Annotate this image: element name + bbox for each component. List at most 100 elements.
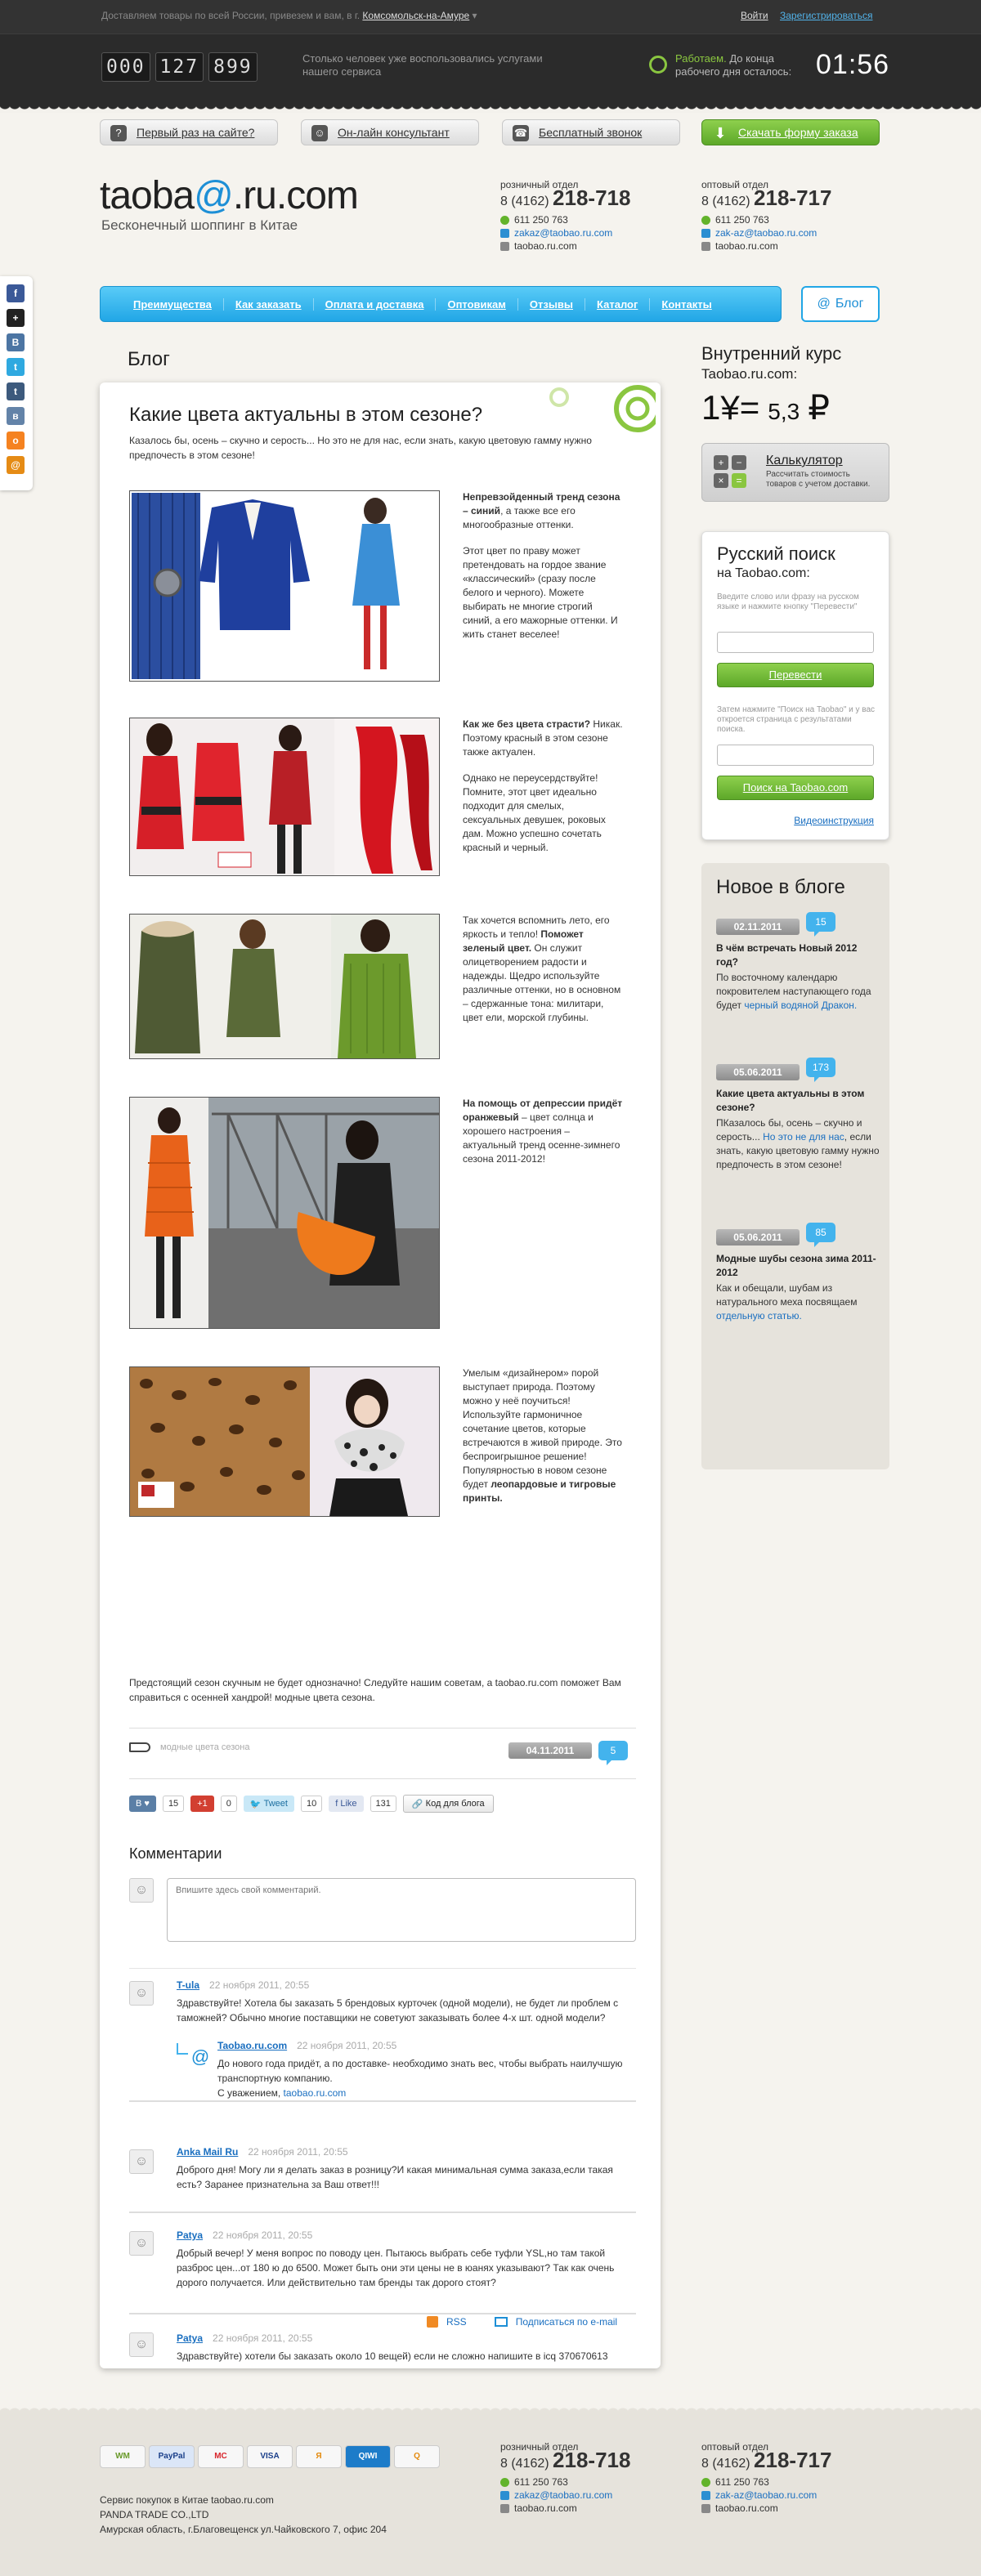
vk-share-button[interactable]: В ♥ xyxy=(129,1796,156,1812)
comment-item: Patya 22 ноября 2011, 20:55 Здравствуйте)… xyxy=(177,2331,634,2364)
footer-line: Амурская область, г.Благовещенск ул.Чайк… xyxy=(100,2524,387,2535)
translate-button[interactable]: Перевести xyxy=(717,663,874,687)
mailru-icon[interactable]: @ xyxy=(7,456,25,474)
vk-icon[interactable]: В xyxy=(7,333,25,351)
counter-digits: 000 xyxy=(101,52,150,82)
menu-item-how-to-order[interactable]: Как заказать xyxy=(224,297,314,311)
rate-value: 5,3 xyxy=(768,399,800,424)
menu-item-reviews[interactable]: Отзывы xyxy=(518,297,586,311)
news-text: По восточному календарю покровителем нас… xyxy=(716,971,880,1013)
block-text: Непревзойденный тренд сезона – синий, а … xyxy=(463,490,625,654)
city-selector[interactable]: Комсомольск-на-Амуре xyxy=(362,10,469,21)
like-label: Like xyxy=(340,1799,357,1809)
delivery-label: Доставляем товары по всей России, привез… xyxy=(101,10,361,21)
login-link[interactable]: Войти xyxy=(741,10,768,21)
news-item: 05.06.2011 85 Модные шубы сезона зима 20… xyxy=(716,1223,880,1323)
news-comment-badge[interactable]: 173 xyxy=(806,1058,835,1082)
register-link[interactable]: Зарегистрироваться xyxy=(780,10,872,21)
footer-company-info: Сервис покупок в Китае taobao.ru.com PAN… xyxy=(100,2493,387,2537)
divider xyxy=(129,1968,636,1969)
email-link[interactable]: zakaz@taobao.ru.com xyxy=(514,226,612,239)
menu-item-catalog[interactable]: Каталог xyxy=(585,297,651,311)
menu-item-payment-delivery[interactable]: Оплата и доставка xyxy=(314,297,437,311)
news-date: 02.11.2011 xyxy=(716,919,800,935)
red-outfit-photo xyxy=(129,718,440,876)
menu-item-advantages[interactable]: Преимущества xyxy=(122,297,224,311)
green-outfit-photo xyxy=(129,914,440,1059)
mastercard-icon: MC xyxy=(198,2445,244,2468)
facebook-icon[interactable]: f xyxy=(7,284,25,302)
vkontakte-icon[interactable]: в xyxy=(7,407,25,425)
chevron-down-icon[interactable]: ▾ xyxy=(473,10,477,21)
rss-link[interactable]: RSS xyxy=(446,2316,467,2328)
divider xyxy=(129,2313,636,2314)
icq-icon xyxy=(701,2477,710,2487)
phone-icon: ☎ xyxy=(513,125,529,141)
news-link[interactable]: черный водяной Дракон. xyxy=(744,1000,857,1011)
calculator-link[interactable]: Калькулятор xyxy=(766,454,843,468)
blog-button[interactable]: @ Блог xyxy=(801,286,880,322)
block-text-pre: Умелым «дизайнером» порой выступает прир… xyxy=(463,1367,622,1490)
tweet-button[interactable]: 🐦 Tweet xyxy=(243,1796,294,1812)
facebook-like-button[interactable]: f Like xyxy=(329,1796,364,1812)
comment-input[interactable]: Впишите здесь свой комментарий. xyxy=(167,1878,636,1942)
calculator-caption: Рассчитать стоимость товаров с учетом до… xyxy=(766,470,871,489)
news-link[interactable]: отдельную статью. xyxy=(716,1310,802,1322)
calculator-widget[interactable]: + − × = Калькулятор Рассчитать стоимость то… xyxy=(701,443,889,502)
signature-link[interactable]: taobao.ru.com xyxy=(284,2087,347,2099)
contact-email[interactable]: zakaz@taobao.ru.com xyxy=(500,226,630,239)
menu-item-contacts[interactable]: Контакты xyxy=(650,298,723,311)
icq-icon xyxy=(701,215,710,225)
blog-button-label: Блог xyxy=(835,297,864,311)
consultant-button[interactable]: ☺ Он-лайн консультант xyxy=(301,119,479,145)
news-comment-badge[interactable]: 85 xyxy=(806,1223,835,1247)
first-time-button[interactable]: ? Первый раз на сайте? xyxy=(100,119,278,145)
phone-number: 8 (4162) 218-717 xyxy=(701,2449,831,2471)
comment-author[interactable]: T-ula xyxy=(177,1979,199,1991)
blog-code-button[interactable]: 🔗 Код для блога xyxy=(402,1795,494,1813)
contact-email[interactable]: zak-az@taobao.ru.com xyxy=(701,2489,831,2502)
comment-count-badge[interactable]: 5 xyxy=(598,1741,628,1765)
subscribe-email-link[interactable]: Подписаться по e-mail xyxy=(516,2316,617,2328)
download-form-button[interactable]: ⬇ Скачать форму заказа xyxy=(701,119,880,145)
email-link[interactable]: zak-az@taobao.ru.com xyxy=(715,226,817,239)
free-call-button[interactable]: ☎ Бесплатный звонок xyxy=(502,119,680,145)
video-instruction-link[interactable]: Видеоинструкция xyxy=(794,815,874,826)
translated-input[interactable] xyxy=(717,745,874,766)
news-headline[interactable]: Какие цвета актуальны в этом сезоне? xyxy=(716,1087,880,1115)
contact-site: taobao.ru.com xyxy=(701,239,831,253)
news-link[interactable]: Но это не для нас xyxy=(763,1131,844,1143)
menu-item-wholesale[interactable]: Оптовикам xyxy=(436,297,518,311)
comment-author[interactable]: Patya xyxy=(177,2332,203,2344)
contact-email[interactable]: zak-az@taobao.ru.com xyxy=(701,226,831,239)
news-comment-badge[interactable]: 15 xyxy=(806,912,835,937)
email-link[interactable]: zakaz@taobao.ru.com xyxy=(514,2489,612,2502)
phone-main: 218-717 xyxy=(754,186,832,210)
social-sidebar: f + В t t в о @ xyxy=(0,276,33,490)
tag-link[interactable]: модные цвета сезона xyxy=(160,1742,249,1752)
contact-email[interactable]: zakaz@taobao.ru.com xyxy=(500,2489,630,2502)
tumblr-icon[interactable]: t xyxy=(7,382,25,400)
avatar: ☺ xyxy=(129,2332,154,2357)
email-icon xyxy=(500,228,509,238)
comment-author[interactable]: Taobao.ru.com xyxy=(217,2040,287,2051)
email-link[interactable]: zak-az@taobao.ru.com xyxy=(715,2489,817,2502)
plus-icon[interactable]: + xyxy=(7,309,25,327)
twitter-icon[interactable]: t xyxy=(7,358,25,376)
news-headline[interactable]: Модные шубы сезона зима 2011-2012 xyxy=(716,1252,880,1280)
comment-author[interactable]: Patya xyxy=(177,2229,203,2241)
site-logo[interactable]: taoba@.ru.com xyxy=(100,173,359,218)
news-body: Как и обещали, шубам из натурального мех… xyxy=(716,1282,858,1308)
retail-contacts: розничный отдел 8 (4162) 218-718 611 250… xyxy=(500,178,630,253)
clock-icon xyxy=(649,56,667,74)
news-headline[interactable]: В чём встречать Новый 2012 год? xyxy=(716,941,880,969)
blue-outfit-photo xyxy=(129,490,440,682)
phone-code: 8 (4162) xyxy=(701,195,750,208)
contact-icq: 611 250 763 xyxy=(701,213,831,226)
taobao-search-button[interactable]: Поиск на Taobao.com xyxy=(717,776,874,800)
gplus-share-button[interactable]: +1 xyxy=(190,1796,214,1812)
article-summary: Предстоящий сезон скучным не будет одноз… xyxy=(129,1677,621,1703)
odnoklassniki-icon[interactable]: о xyxy=(7,432,25,449)
search-input[interactable] xyxy=(717,632,874,653)
comment-author[interactable]: Anka Mail Ru xyxy=(177,2146,238,2158)
